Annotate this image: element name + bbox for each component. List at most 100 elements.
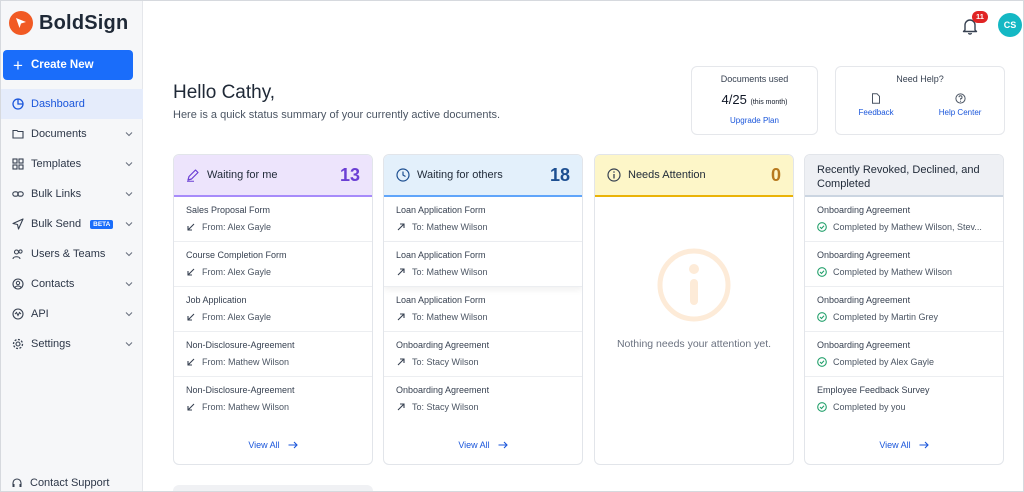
list-item[interactable]: Course Completion Form From: Alex Gayle: [174, 242, 372, 287]
document-name: Sales Proposal Form: [186, 205, 271, 215]
needs-attention-panel: Needs Attention 0 Nothing needs your att…: [594, 154, 794, 465]
panel-title: Needs Attention: [628, 169, 706, 181]
recently-completed-header: Recently Revoked, Declined, and Complete…: [805, 155, 1003, 197]
list-item[interactable]: Loan Application Form To: Mathew Wilson: [384, 242, 582, 287]
feedback-link[interactable]: Feedback: [859, 93, 894, 117]
document-name: Loan Application Form: [396, 205, 486, 215]
api-icon: [11, 308, 24, 321]
waiting-for-me-header: Waiting for me 13: [174, 155, 372, 197]
sidebar-item-label: Contacts: [31, 278, 75, 290]
app-window: BoldSign + Create New Dashboard Document…: [0, 0, 1024, 492]
help-links: Feedback Help Center: [836, 93, 1004, 117]
sidebar-item-dashboard[interactable]: Dashboard: [1, 89, 143, 119]
sidebar-item-label: Templates: [31, 158, 82, 170]
dashboard-icon: [11, 98, 24, 111]
document-name: Job Application: [186, 295, 247, 305]
view-all-link[interactable]: View All: [384, 440, 582, 450]
link-icon: [11, 188, 24, 201]
sidebar-item-users-teams[interactable]: Users & Teams: [1, 239, 143, 269]
document-name: Non-Disclosure-Agreement: [186, 340, 295, 350]
need-help-title: Need Help?: [896, 74, 944, 84]
document-recipient: To: Stacy Wilson: [412, 402, 479, 412]
sidebar-item-bulk-send[interactable]: Bulk Send BETA: [1, 209, 143, 239]
document-recipient: To: Stacy Wilson: [412, 357, 479, 367]
list-item[interactable]: Onboarding Agreement Completed by Mathew…: [805, 197, 1003, 242]
documents-used-period: (this month): [750, 99, 788, 106]
sidebar: BoldSign + Create New Dashboard Document…: [1, 1, 143, 491]
arrow-right-icon: [288, 441, 298, 449]
document-name: Onboarding Agreement: [817, 250, 911, 260]
upgrade-plan-link[interactable]: Upgrade Plan: [692, 116, 817, 125]
panel-title: Recently Revoked, Declined, and Complete…: [817, 164, 980, 190]
sidebar-nav: Dashboard Documents Templates Bulk Links…: [1, 89, 143, 359]
view-all-link[interactable]: View All: [805, 440, 1003, 450]
document-name: Onboarding Agreement: [817, 205, 911, 215]
list-item[interactable]: Sales Proposal Form From: Alex Gayle: [174, 197, 372, 242]
create-new-label: Create New: [30, 59, 94, 71]
templates-icon: [11, 158, 24, 171]
sidebar-item-bulk-links[interactable]: Bulk Links: [1, 179, 143, 209]
waiting-for-others-count: 18: [549, 165, 570, 185]
arrow-right-icon: [498, 441, 508, 449]
arrow-down-left-icon: [187, 358, 195, 366]
list-item[interactable]: Onboarding Agreement To: Stacy Wilson: [384, 377, 582, 422]
chevron-down-icon: [125, 222, 133, 227]
sidebar-item-settings[interactable]: Settings: [1, 329, 143, 359]
needs-attention-header: Needs Attention 0: [595, 155, 793, 197]
completed-by: Completed by Mathew Wilson, Stev...: [833, 222, 982, 232]
help-center-label: Help Center: [938, 108, 982, 117]
brand-name: BoldSign: [39, 11, 129, 34]
brand-logo[interactable]: BoldSign: [9, 11, 128, 35]
documents-used-count: 4/25: [721, 92, 747, 107]
beta-badge: BETA: [90, 219, 114, 229]
recently-completed-panel: Recently Revoked, Declined, and Complete…: [804, 154, 1004, 465]
document-name: Onboarding Agreement: [817, 340, 911, 350]
page-title: Hello Cathy,: [173, 82, 276, 103]
documents-used-title: Documents used: [720, 74, 789, 84]
document-sender: From: Alex Gayle: [202, 267, 272, 277]
notification-count-badge: 11: [972, 11, 988, 23]
arrow-up-right-icon: [397, 313, 405, 321]
sidebar-item-label: Bulk Send: [31, 218, 82, 230]
chevron-down-icon: [125, 282, 133, 287]
document-sender: From: Mathew Wilson: [202, 357, 290, 367]
list-item[interactable]: Onboarding Agreement Completed by Martin…: [805, 287, 1003, 332]
arrow-up-right-icon: [397, 268, 405, 276]
contact-support-link[interactable]: Contact Support: [11, 477, 110, 489]
panel-title: Waiting for me: [207, 169, 278, 181]
check-circle-icon: [817, 357, 827, 367]
sidebar-item-documents[interactable]: Documents: [1, 119, 143, 149]
headset-icon: [12, 478, 22, 487]
list-item[interactable]: Loan Application Form To: Mathew Wilson: [384, 197, 582, 242]
sidebar-item-contacts[interactable]: Contacts: [1, 269, 143, 299]
chevron-down-icon: [125, 342, 133, 347]
sidebar-item-label: API: [31, 308, 49, 320]
user-avatar[interactable]: CS: [998, 13, 1022, 37]
list-item[interactable]: Job Application From: Alex Gayle: [174, 287, 372, 332]
list-item[interactable]: Onboarding Agreement To: Stacy Wilson: [384, 332, 582, 377]
waiting-for-others-panel: Waiting for others 18 Loan Application F…: [383, 154, 583, 465]
list-item[interactable]: Employee Feedback Survey Completed by yo…: [805, 377, 1003, 422]
list-item[interactable]: Non-Disclosure-Agreement From: Mathew Wi…: [174, 377, 372, 422]
list-item[interactable]: Non-Disclosure-Agreement From: Mathew Wi…: [174, 332, 372, 377]
list-item[interactable]: Onboarding Agreement Completed by Alex G…: [805, 332, 1003, 377]
document-sender: From: Alex Gayle: [202, 312, 272, 322]
sidebar-item-templates[interactable]: Templates: [1, 149, 143, 179]
completed-by: Completed by Martin Grey: [833, 312, 939, 322]
help-center-link[interactable]: Help Center: [938, 93, 982, 117]
waiting-for-others-header: Waiting for others 18: [384, 155, 582, 197]
list-item[interactable]: Loan Application Form To: Mathew Wilson: [384, 287, 582, 332]
chevron-down-icon: [125, 192, 133, 197]
arrow-up-right-icon: [397, 358, 405, 366]
document-name: Loan Application Form: [396, 250, 486, 260]
list-item[interactable]: Onboarding Agreement Completed by Mathew…: [805, 242, 1003, 287]
check-circle-icon: [817, 267, 827, 277]
sidebar-item-api[interactable]: API: [1, 299, 143, 329]
create-new-button[interactable]: + Create New: [3, 50, 133, 80]
arrow-up-right-icon: [397, 403, 405, 411]
folder-icon: [11, 128, 24, 141]
page-subtitle: Here is a quick status summary of your c…: [173, 109, 501, 121]
document-name: Employee Feedback Survey: [817, 385, 930, 395]
view-all-link[interactable]: View All: [174, 440, 372, 450]
document-name: Onboarding Agreement: [396, 340, 490, 350]
